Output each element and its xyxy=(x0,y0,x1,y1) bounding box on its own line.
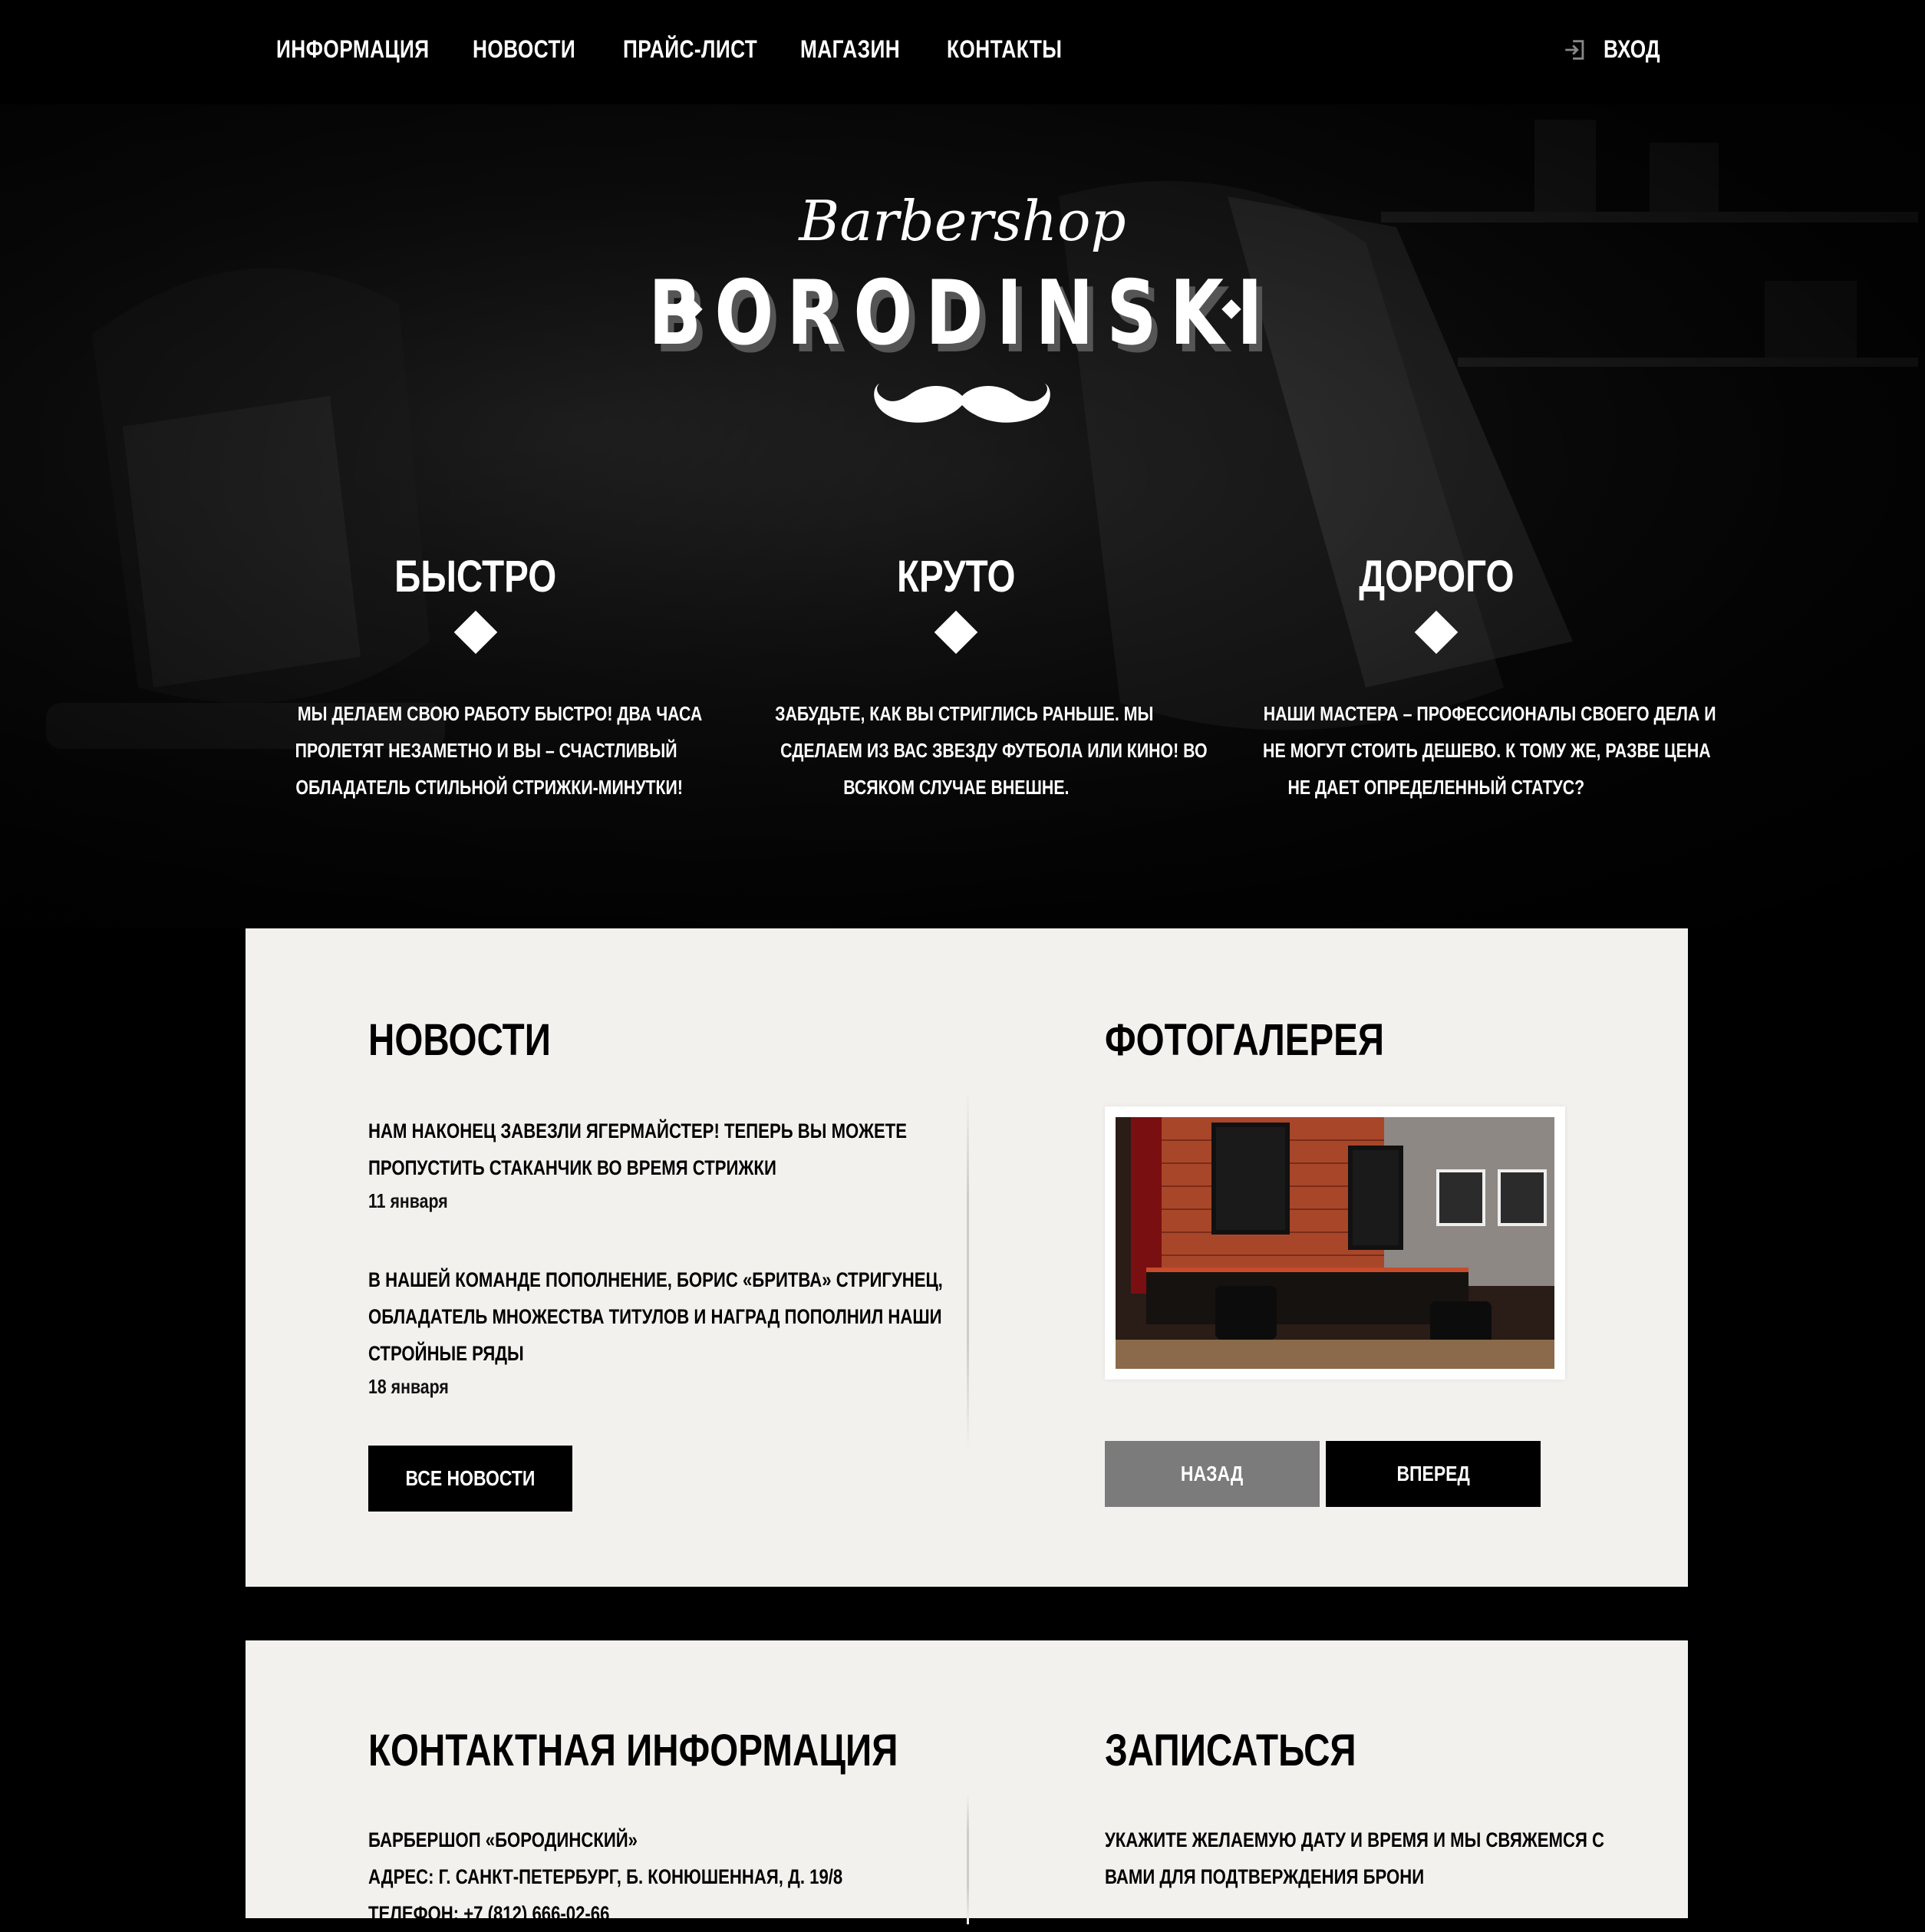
hero-section: Barbershop BORODINSKI БЫСТРО МЫ ДЕЛАЕМ С… xyxy=(0,104,1925,928)
feature-text-cool: ЗАБУДЬТЕ, КАК ВЫ СТРИГЛИСЬ РАНЬШЕ. МЫ СД… xyxy=(775,702,1208,799)
contacts-booking-panel: КОНТАКТНАЯ ИНФОРМАЦИЯ БАРБЕРШОП «БОРОДИН… xyxy=(246,1640,1688,1925)
gallery-prev-button[interactable]: НАЗАД xyxy=(1105,1441,1320,1507)
nav-item-contacts[interactable]: КОНТАКТЫ xyxy=(947,35,1087,64)
mustache-icon xyxy=(874,384,1050,423)
feature-text-fast: МЫ ДЕЛАЕМ СВОЮ РАБОТУ БЫСТРО! ДВА ЧАСА П… xyxy=(295,702,703,799)
news-item-1-text: НАМ НАКОНЕЦ ЗАВЕЗЛИ ЯГЕРМАЙСТЕР! ТЕПЕРЬ … xyxy=(368,1119,908,1179)
nav-item-shop[interactable]: МАГАЗИН xyxy=(800,35,922,64)
gallery-heading: ФОТОГАЛЕРЕЯ xyxy=(1105,1015,1385,1065)
news-heading: НОВОСТИ xyxy=(368,1015,551,1065)
login-icon xyxy=(1565,39,1584,60)
news-item-1-date: 11 января xyxy=(368,1189,448,1212)
news-item-2-text: В НАШЕЙ КОМАНДЕ ПОПОЛНЕНИЕ, БОРИС «БРИТВ… xyxy=(368,1268,943,1365)
contacts-heading: КОНТАКТНАЯ ИНФОРМАЦИЯ xyxy=(368,1726,898,1775)
feature-title-expensive: ДОРОГО xyxy=(1358,552,1515,602)
gallery-photo-frame xyxy=(1105,1106,1565,1380)
logo-brand-name: BORODINSKI xyxy=(648,262,1277,365)
news-item-2-date: 18 января xyxy=(368,1375,449,1398)
nav-item-info[interactable]: ИНФОРМАЦИЯ xyxy=(276,35,463,64)
all-news-button[interactable]: ВСЕ НОВОСТИ xyxy=(368,1446,572,1512)
booking-description: УКАЖИТЕ ЖЕЛАЕМУЮ ДАТУ И ВРЕМЯ И МЫ СВЯЖЕ… xyxy=(1105,1828,1605,1888)
feature-text-expensive: НАШИ МАСТЕРА – ПРОФЕССИОНАЛЫ СВОЕГО ДЕЛА… xyxy=(1263,702,1716,799)
nav-item-prices[interactable]: ПРАЙС-ЛИСТ xyxy=(623,35,787,64)
news-gallery-panel: НОВОСТИ НАМ НАКОНЕЦ ЗАВЕЗЛИ ЯГЕРМАЙСТЕР!… xyxy=(246,928,1688,1587)
feature-title-fast: БЫСТРО xyxy=(394,552,557,602)
booking-heading: ЗАПИСАТЬСЯ xyxy=(1105,1726,1356,1775)
feature-title-cool: КРУТО xyxy=(896,552,1016,602)
column-divider xyxy=(967,1794,969,1924)
login-link[interactable]: ВХОД xyxy=(1562,35,1673,64)
gallery-photo-barbershop-interior xyxy=(1116,1117,1554,1369)
contacts-details: БАРБЕРШОП «БОРОДИНСКИЙ» АДРЕС: Г. САНКТ-… xyxy=(368,1828,843,1925)
nav-item-news[interactable]: НОВОСТИ xyxy=(473,35,598,64)
top-nav: ИНФОРМАЦИЯ НОВОСТИ ПРАЙС-ЛИСТ МАГАЗИН КО… xyxy=(0,0,1925,104)
logo-script-text: Barbershop xyxy=(799,189,1126,253)
gallery-next-button[interactable]: ВПЕРЕД xyxy=(1326,1441,1541,1507)
